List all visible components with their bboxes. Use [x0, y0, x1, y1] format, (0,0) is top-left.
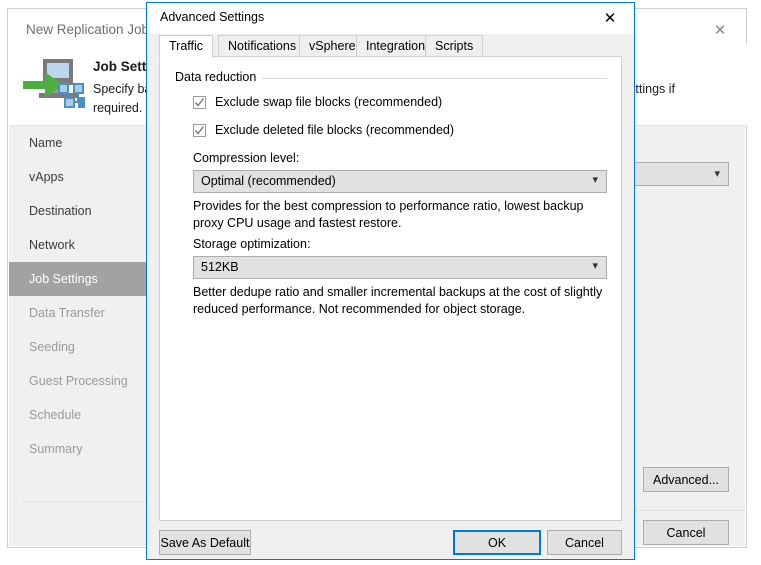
save-as-default-button[interactable]: Save As Default: [159, 530, 251, 555]
wizard-title: New Replication Job: [26, 22, 149, 37]
sidebar-item-data-transfer[interactable]: Data Transfer: [9, 296, 156, 330]
sidebar-item-destination[interactable]: Destination: [9, 194, 156, 228]
data-reduction-group-label: Data reduction: [175, 70, 262, 84]
compression-level-value: Optimal (recommended): [201, 174, 336, 188]
checkmark-icon: [193, 124, 206, 137]
checkbox-label: Exclude deleted file blocks (recommended…: [215, 123, 454, 137]
advanced-button[interactable]: Advanced...: [643, 467, 729, 492]
sidebar-item-name[interactable]: Name: [9, 126, 156, 160]
cancel-button[interactable]: Cancel: [547, 530, 622, 555]
chevron-down-icon: ▾: [592, 175, 598, 186]
checkmark-icon: [193, 96, 206, 109]
sidebar-item-seeding[interactable]: Seeding: [9, 330, 156, 364]
traffic-tab-panel: Data reduction Exclude swap file blocks …: [159, 56, 622, 521]
ok-button[interactable]: OK: [453, 530, 541, 555]
sidebar-divider: [23, 501, 156, 502]
advanced-settings-dialog: Advanced Settings ✕ Traffic Notification…: [146, 2, 635, 560]
sidebar-item-schedule[interactable]: Schedule: [9, 398, 156, 432]
sidebar-item-summary[interactable]: Summary: [9, 432, 156, 466]
exclude-deleted-file-blocks-checkbox[interactable]: Exclude deleted file blocks (recommended…: [193, 123, 454, 137]
tab-traffic[interactable]: Traffic: [159, 35, 213, 58]
chevron-down-icon: ▾: [714, 167, 720, 180]
storage-optimization-label: Storage optimization:: [193, 237, 310, 251]
replication-job-icon: [21, 55, 85, 115]
sidebar-item-guest-processing[interactable]: Guest Processing: [9, 364, 156, 398]
dialog-titlebar: Advanced Settings ✕: [147, 3, 634, 34]
wizard-cancel-button[interactable]: Cancel: [643, 520, 729, 545]
compression-level-label: Compression level:: [193, 151, 299, 165]
dialog-title: Advanced Settings: [160, 10, 264, 24]
storage-optimization-dropdown[interactable]: 512KB ▾: [193, 256, 607, 279]
exclude-swap-file-blocks-checkbox[interactable]: Exclude swap file blocks (recommended): [193, 95, 442, 109]
close-icon[interactable]: ✕: [588, 4, 632, 32]
sidebar-item-job-settings[interactable]: Job Settings: [9, 262, 156, 296]
tab-integration[interactable]: Integration: [356, 35, 435, 57]
chevron-down-icon: ▾: [592, 261, 598, 272]
sidebar-item-vapps[interactable]: vApps: [9, 160, 156, 194]
tab-scripts[interactable]: Scripts: [425, 35, 483, 57]
tab-notifications[interactable]: Notifications: [218, 35, 306, 57]
compression-level-dropdown[interactable]: Optimal (recommended) ▾: [193, 170, 607, 193]
sidebar-item-network[interactable]: Network: [9, 228, 156, 262]
compression-level-help: Provides for the best compression to per…: [193, 198, 603, 232]
close-icon[interactable]: ✕: [700, 17, 740, 43]
wizard-sidebar: Name vApps Destination Network Job Setti…: [9, 126, 157, 546]
storage-optimization-help: Better dedupe ratio and smaller incremen…: [193, 284, 603, 318]
tab-strip: Traffic Notifications vSphere Integratio…: [159, 35, 622, 57]
checkbox-label: Exclude swap file blocks (recommended): [215, 95, 442, 109]
storage-optimization-value: 512KB: [201, 260, 239, 274]
